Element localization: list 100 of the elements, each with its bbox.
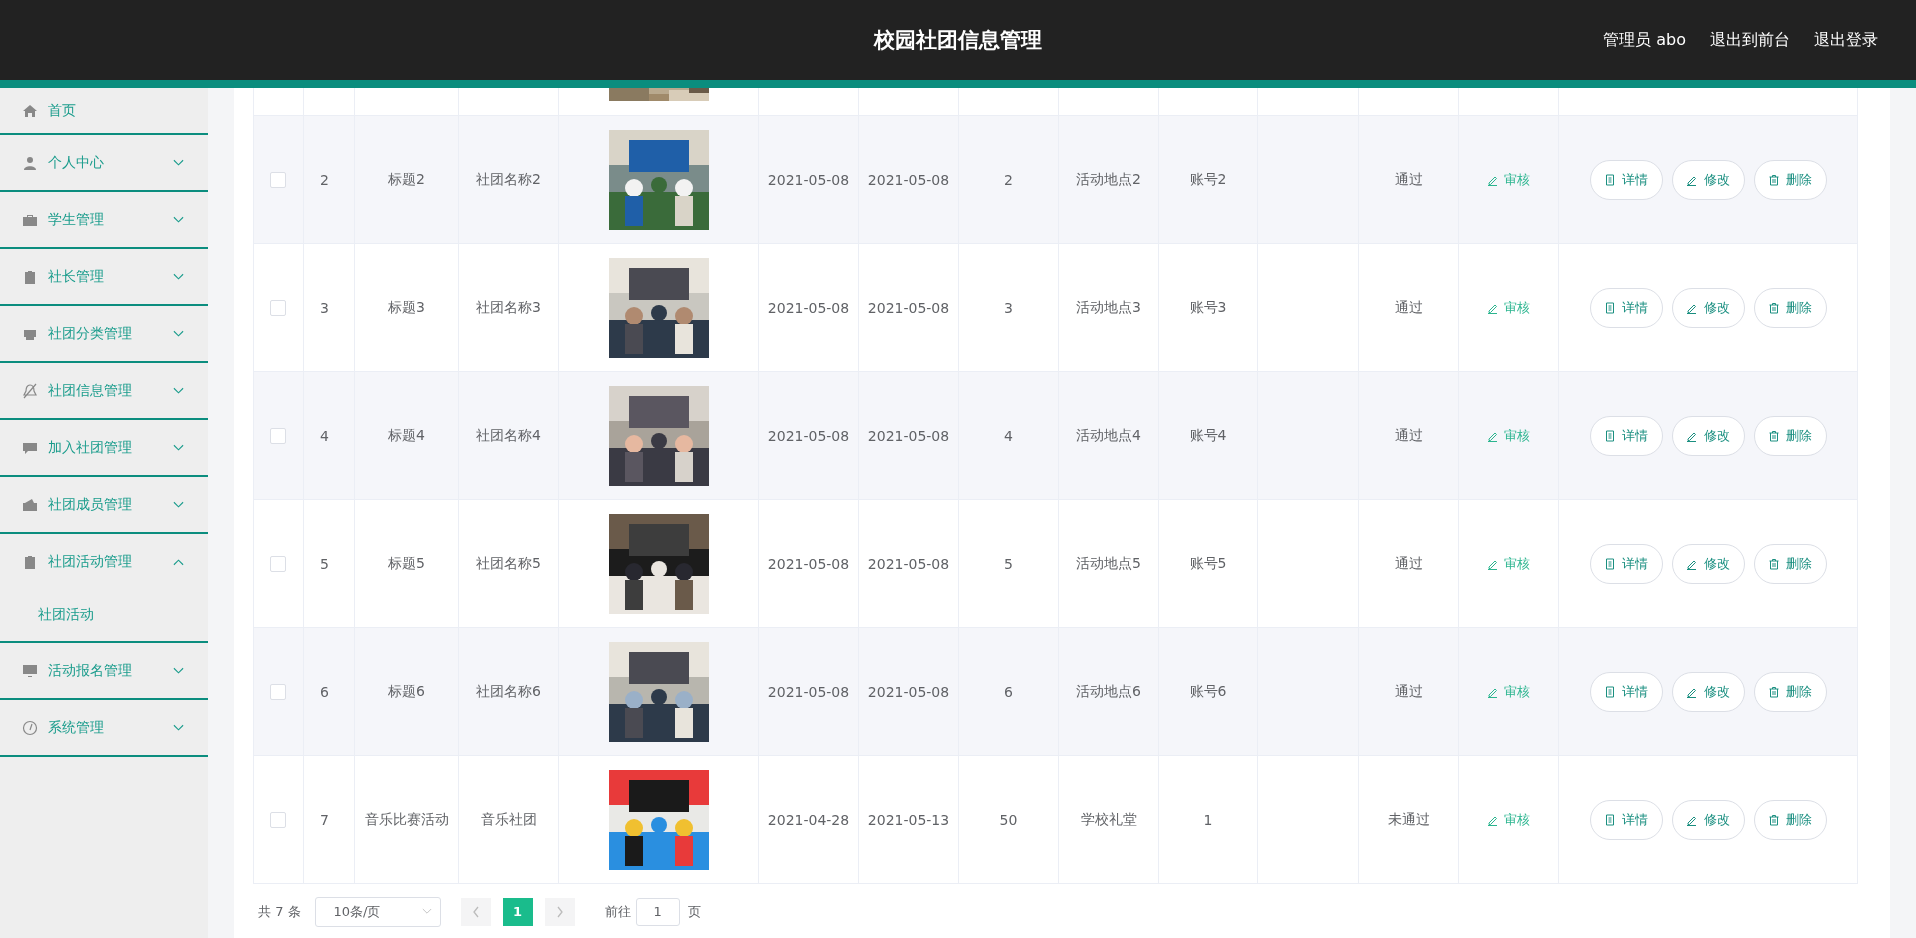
- delete-button[interactable]: 删除: [1753, 799, 1827, 840]
- sidebar-item[interactable]: 社团分类管理: [0, 306, 208, 361]
- header-link[interactable]: 退出登录: [1814, 29, 1878, 51]
- sidebar-label: 社长管理: [48, 267, 105, 286]
- chevron-down-icon: [173, 443, 184, 452]
- sidebar-item[interactable]: 加入社团管理: [0, 420, 208, 475]
- sidebar-item[interactable]: 活动报名管理: [0, 643, 208, 698]
- table-cell: 2021-05-08: [767, 299, 850, 316]
- table-cell: 1: [1203, 811, 1213, 828]
- page-size-select[interactable]: 10条/页: [314, 896, 441, 927]
- trash-icon: [1768, 173, 1780, 186]
- sidebar-item[interactable]: 社团活动管理: [0, 534, 208, 589]
- header-link[interactable]: 退出到前台: [1710, 29, 1790, 51]
- table-cell: 音乐比赛活动: [364, 810, 449, 829]
- review-link[interactable]: 审核: [1487, 170, 1530, 189]
- sidebar-item[interactable]: 首页: [0, 88, 208, 133]
- document-icon: [1604, 685, 1616, 698]
- edit-button[interactable]: 修改: [1671, 671, 1745, 712]
- table-cell: 学校礼堂: [1080, 810, 1137, 829]
- chevron-down-icon: [421, 908, 432, 915]
- table-cell: 标题6: [388, 682, 425, 701]
- wallet-icon: [22, 496, 38, 513]
- row-checkbox[interactable]: [270, 811, 286, 828]
- delete-button[interactable]: 删除: [1753, 543, 1827, 584]
- table-cell: 7: [320, 811, 329, 828]
- edit-button[interactable]: 修改: [1671, 799, 1745, 840]
- next-page-button[interactable]: [544, 897, 575, 926]
- table-cell: 标题4: [388, 426, 425, 445]
- page-input[interactable]: 1: [635, 897, 680, 926]
- goto-label: 前往: [604, 902, 631, 921]
- chevron-down-icon: [173, 666, 184, 675]
- edit-button[interactable]: 修改: [1671, 543, 1745, 584]
- review-link[interactable]: 审核: [1487, 810, 1530, 829]
- table-cell: 2021-05-08: [767, 555, 850, 572]
- sidebar-item[interactable]: 社团成员管理: [0, 477, 208, 532]
- chevron-down-icon: [173, 329, 184, 338]
- monitor-icon: [22, 662, 38, 679]
- table-cell: 2021-05-08: [867, 299, 950, 316]
- table-cell: 标题2: [388, 170, 425, 189]
- document-icon: [1604, 557, 1616, 570]
- row-checkbox[interactable]: [270, 555, 286, 572]
- table-cell: 5: [320, 555, 329, 572]
- table-cell: 2021-05-08: [867, 427, 950, 444]
- chevron-down-icon: [173, 500, 184, 509]
- review-link[interactable]: 审核: [1487, 554, 1530, 573]
- row-checkbox[interactable]: [270, 427, 286, 444]
- table-cell: 通过: [1394, 682, 1423, 701]
- review-link[interactable]: 审核: [1487, 426, 1530, 445]
- delete-button[interactable]: 删除: [1753, 159, 1827, 200]
- detail-button[interactable]: 详情: [1589, 799, 1663, 840]
- clipboard-icon: [22, 268, 38, 285]
- edit-button[interactable]: 修改: [1671, 415, 1745, 456]
- table-cell: 2021-05-08: [867, 171, 950, 188]
- document-icon: [1604, 301, 1616, 314]
- row-checkbox[interactable]: [270, 171, 286, 188]
- review-link[interactable]: 审核: [1487, 298, 1530, 317]
- detail-button[interactable]: 详情: [1589, 287, 1663, 328]
- row-checkbox[interactable]: [270, 683, 286, 700]
- document-icon: [1604, 173, 1616, 186]
- header-link[interactable]: 管理员 abo: [1603, 29, 1686, 51]
- sidebar-subitem[interactable]: 社团活动: [0, 589, 208, 641]
- page-number[interactable]: 1: [502, 897, 533, 926]
- table-cell: 社团名称5: [476, 554, 541, 573]
- table-cell: 通过: [1394, 298, 1423, 317]
- edit-button[interactable]: 修改: [1671, 287, 1745, 328]
- delete-button[interactable]: 删除: [1753, 415, 1827, 456]
- trash-icon: [1768, 685, 1780, 698]
- sidebar-item[interactable]: 社长管理: [0, 249, 208, 304]
- detail-button[interactable]: 详情: [1589, 159, 1663, 200]
- previous-page-button[interactable]: [460, 897, 491, 926]
- sidebar-label: 加入社团管理: [48, 438, 133, 457]
- table-cell: 活动地点5: [1076, 554, 1141, 573]
- edit-button[interactable]: 修改: [1671, 159, 1745, 200]
- review-link[interactable]: 审核: [1487, 682, 1530, 701]
- sidebar-label: 学生管理: [48, 210, 105, 229]
- table-cell: 账号2: [1189, 170, 1227, 189]
- delete-button[interactable]: 删除: [1753, 671, 1827, 712]
- page-suffix: 页: [687, 902, 701, 921]
- document-icon: [1604, 429, 1616, 442]
- sidebar-item[interactable]: 个人中心: [0, 135, 208, 190]
- table-cell: 3: [1004, 299, 1013, 316]
- delete-button[interactable]: 删除: [1753, 287, 1827, 328]
- total-count: 共 7 条: [258, 902, 301, 921]
- table-cell: 活动地点4: [1076, 426, 1141, 445]
- sidebar-item[interactable]: 社团信息管理: [0, 363, 208, 418]
- sidebar-item[interactable]: 系统管理: [0, 700, 208, 755]
- detail-button[interactable]: 详情: [1589, 415, 1663, 456]
- chevron-down-icon: [173, 723, 184, 732]
- chevron-down-icon: [173, 215, 184, 224]
- table-cell: 社团名称6: [476, 682, 541, 701]
- table-cell: 2: [320, 171, 329, 188]
- detail-button[interactable]: 详情: [1589, 543, 1663, 584]
- document-icon: [1604, 813, 1616, 826]
- trash-icon: [1768, 813, 1780, 826]
- row-checkbox[interactable]: [270, 299, 286, 316]
- chevron-down-icon: [173, 272, 184, 281]
- detail-button[interactable]: 详情: [1589, 671, 1663, 712]
- table-cell: 2021-04-28: [767, 811, 850, 828]
- sidebar-item[interactable]: 学生管理: [0, 192, 208, 247]
- table-cell: 50: [999, 811, 1018, 828]
